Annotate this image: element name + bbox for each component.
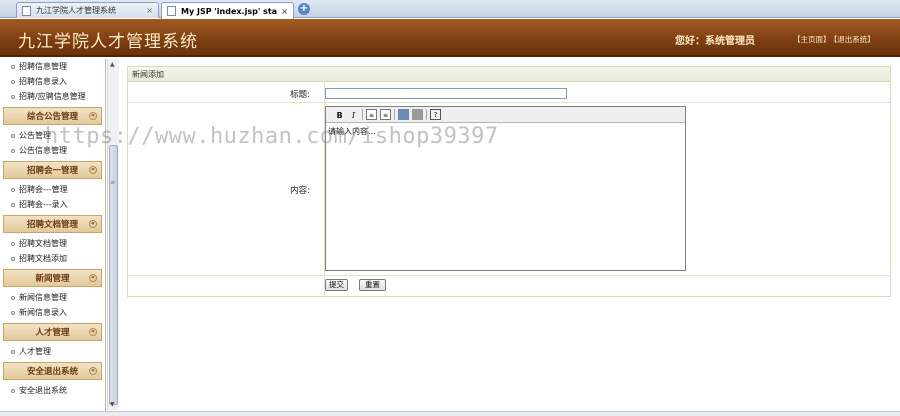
sidebar-item-jobfair-entry[interactable]: 招聘会---录入 — [0, 197, 105, 212]
browser-tab-1[interactable]: 九江学院人才管理系统 × — [16, 2, 159, 18]
sidebar-item-label: 人才管理 — [19, 347, 51, 356]
title-label: 标题: — [290, 90, 310, 100]
sidebar-section-news[interactable]: 新闻管理 « — [3, 269, 102, 287]
bullet-icon — [11, 148, 15, 153]
content-label: 内容: — [290, 186, 310, 196]
new-tab-button[interactable]: + — [298, 3, 310, 15]
bullet-icon — [11, 64, 15, 69]
sidebar-item-label: 招聘信息管理 — [19, 62, 67, 71]
sidebar-item-apply-manage[interactable]: 招聘/应聘信息管理 — [0, 89, 105, 104]
sidebar-item-label: 新闻信息管理 — [19, 293, 67, 302]
panel-title: 新闻添加 — [128, 67, 890, 82]
scroll-down-icon[interactable]: ▼ — [110, 401, 115, 408]
bullet-icon — [11, 94, 15, 99]
bullet-icon — [11, 295, 15, 300]
sidebar-item-recruit-entry[interactable]: 招聘信息录入 — [0, 74, 105, 89]
sidebar-section-title: 安全退出系统 — [26, 367, 78, 377]
help-button[interactable]: ? — [430, 109, 441, 120]
insert-image-icon[interactable] — [398, 109, 409, 120]
collapse-icon[interactable]: « — [89, 367, 97, 375]
bullet-icon — [11, 187, 15, 192]
close-icon[interactable]: × — [281, 7, 288, 16]
sidebar-section-title: 新闻管理 — [35, 274, 70, 284]
bullet-icon — [11, 349, 15, 354]
sidebar-section-logout[interactable]: 安全退出系统 « — [3, 362, 102, 380]
sidebar-section-notice[interactable]: 综合公告管理 « — [3, 107, 102, 125]
collapse-icon[interactable]: « — [89, 274, 97, 282]
sidebar-item-label: 安全退出系统 — [19, 386, 67, 395]
unordered-list-icon[interactable]: ≡ — [380, 109, 391, 120]
collapse-icon[interactable]: « — [89, 166, 97, 174]
sidebar-section-docs[interactable]: 招聘文档管理 « — [3, 215, 102, 233]
home-link[interactable]: 【主页面】 — [793, 35, 831, 44]
sidebar-item-label: 招聘/应聘信息管理 — [19, 92, 86, 101]
toolbar-divider — [426, 109, 427, 120]
sidebar-section-jobfair[interactable]: 招聘会一管理 « — [3, 161, 102, 179]
sidebar-item-label: 招聘文档管理 — [19, 239, 67, 248]
sidebar-item-label: 招聘会---管理 — [19, 185, 68, 194]
browser-tab-strip: 九江学院人才管理系统 × My JSP 'index.jsp' sta... ×… — [0, 0, 900, 19]
sidebar-item-label: 招聘文档添加 — [19, 254, 67, 263]
close-icon[interactable]: × — [146, 6, 153, 15]
sidebar-item-jobfair-manage[interactable]: 招聘会---管理 — [0, 182, 105, 197]
submit-button[interactable]: 提交 — [325, 279, 348, 291]
sidebar-item-recruit-manage[interactable]: 招聘信息管理 — [0, 59, 105, 74]
bullet-icon — [11, 310, 15, 315]
sidebar-section-title: 人才管理 — [35, 328, 70, 338]
toolbar-divider — [362, 109, 363, 120]
collapse-icon[interactable]: « — [89, 220, 97, 228]
browser-tab-2[interactable]: My JSP 'index.jsp' sta... × — [161, 2, 294, 19]
bullet-icon — [11, 388, 15, 393]
sidebar-item-talent-manage[interactable]: 人才管理 — [0, 344, 105, 359]
title-input[interactable] — [325, 88, 567, 99]
app-title: 九江学院人才管理系统 — [18, 32, 198, 52]
collapse-icon[interactable]: « — [89, 328, 97, 336]
sidebar-item-docs-add[interactable]: 招聘文档添加 — [0, 251, 105, 266]
bullet-icon — [11, 241, 15, 246]
news-add-panel: 新闻添加 标题: 内容: B I ≡ ≡ ? 请输入内容... 提交 重置 — [127, 66, 891, 297]
toolbar-divider — [394, 109, 395, 120]
header-links: 【主页面】 【退出系统】 — [793, 34, 878, 45]
bold-button[interactable]: B — [334, 109, 345, 120]
sidebar-item-logout[interactable]: 安全退出系统 — [0, 383, 105, 398]
button-row — [128, 276, 890, 296]
scroll-grip-icon: ≡ — [110, 179, 116, 186]
collapse-icon[interactable]: « — [89, 112, 97, 120]
sidebar-section-title: 综合公告管理 — [26, 112, 78, 122]
editor-toolbar: B I ≡ ≡ ? — [326, 107, 685, 123]
italic-button[interactable]: I — [348, 109, 359, 120]
browser-tab-1-label: 九江学院人才管理系统 — [36, 6, 116, 15]
sidebar-section-title: 招聘文档管理 — [26, 220, 78, 230]
browser-tab-2-label: My JSP 'index.jsp' sta... — [181, 6, 278, 16]
bullet-icon — [11, 256, 15, 261]
sidebar-scrollbar[interactable]: ▲ ≡ ▼ — [107, 59, 119, 410]
exit-link[interactable]: 【退出系统】 — [834, 35, 875, 44]
status-bar — [0, 411, 900, 416]
insert-table-icon[interactable] — [412, 109, 423, 120]
header-banner: 九江学院人才管理系统 您好：系统管理员 【主页面】 【退出系统】 — [0, 19, 900, 57]
user-greeting: 您好：系统管理员 — [675, 36, 755, 47]
sidebar-item-docs-manage[interactable]: 招聘文档管理 — [0, 236, 105, 251]
bullet-icon — [11, 79, 15, 84]
sidebar-item-news-entry[interactable]: 新闻信息录入 — [0, 305, 105, 320]
page-icon — [167, 6, 176, 16]
ordered-list-icon[interactable]: ≡ — [366, 109, 377, 120]
bullet-icon — [11, 133, 15, 138]
sidebar: 招聘信息管理 招聘信息录入 招聘/应聘信息管理 综合公告管理 « 公告管理 公告信… — [0, 59, 106, 416]
watermark: https://www.huzhan.com/ishop39397 — [45, 124, 499, 149]
bullet-icon — [11, 202, 15, 207]
reset-button[interactable]: 重置 — [359, 279, 386, 291]
scroll-up-icon[interactable]: ▲ — [110, 61, 115, 68]
sidebar-item-label: 招聘会---录入 — [19, 200, 68, 209]
page-icon — [22, 5, 31, 16]
sidebar-item-label: 新闻信息录入 — [19, 308, 67, 317]
sidebar-item-label: 招聘信息录入 — [19, 77, 67, 86]
sidebar-item-news-manage[interactable]: 新闻信息管理 — [0, 290, 105, 305]
sidebar-section-title: 招聘会一管理 — [26, 166, 78, 176]
sidebar-section-talent[interactable]: 人才管理 « — [3, 323, 102, 341]
